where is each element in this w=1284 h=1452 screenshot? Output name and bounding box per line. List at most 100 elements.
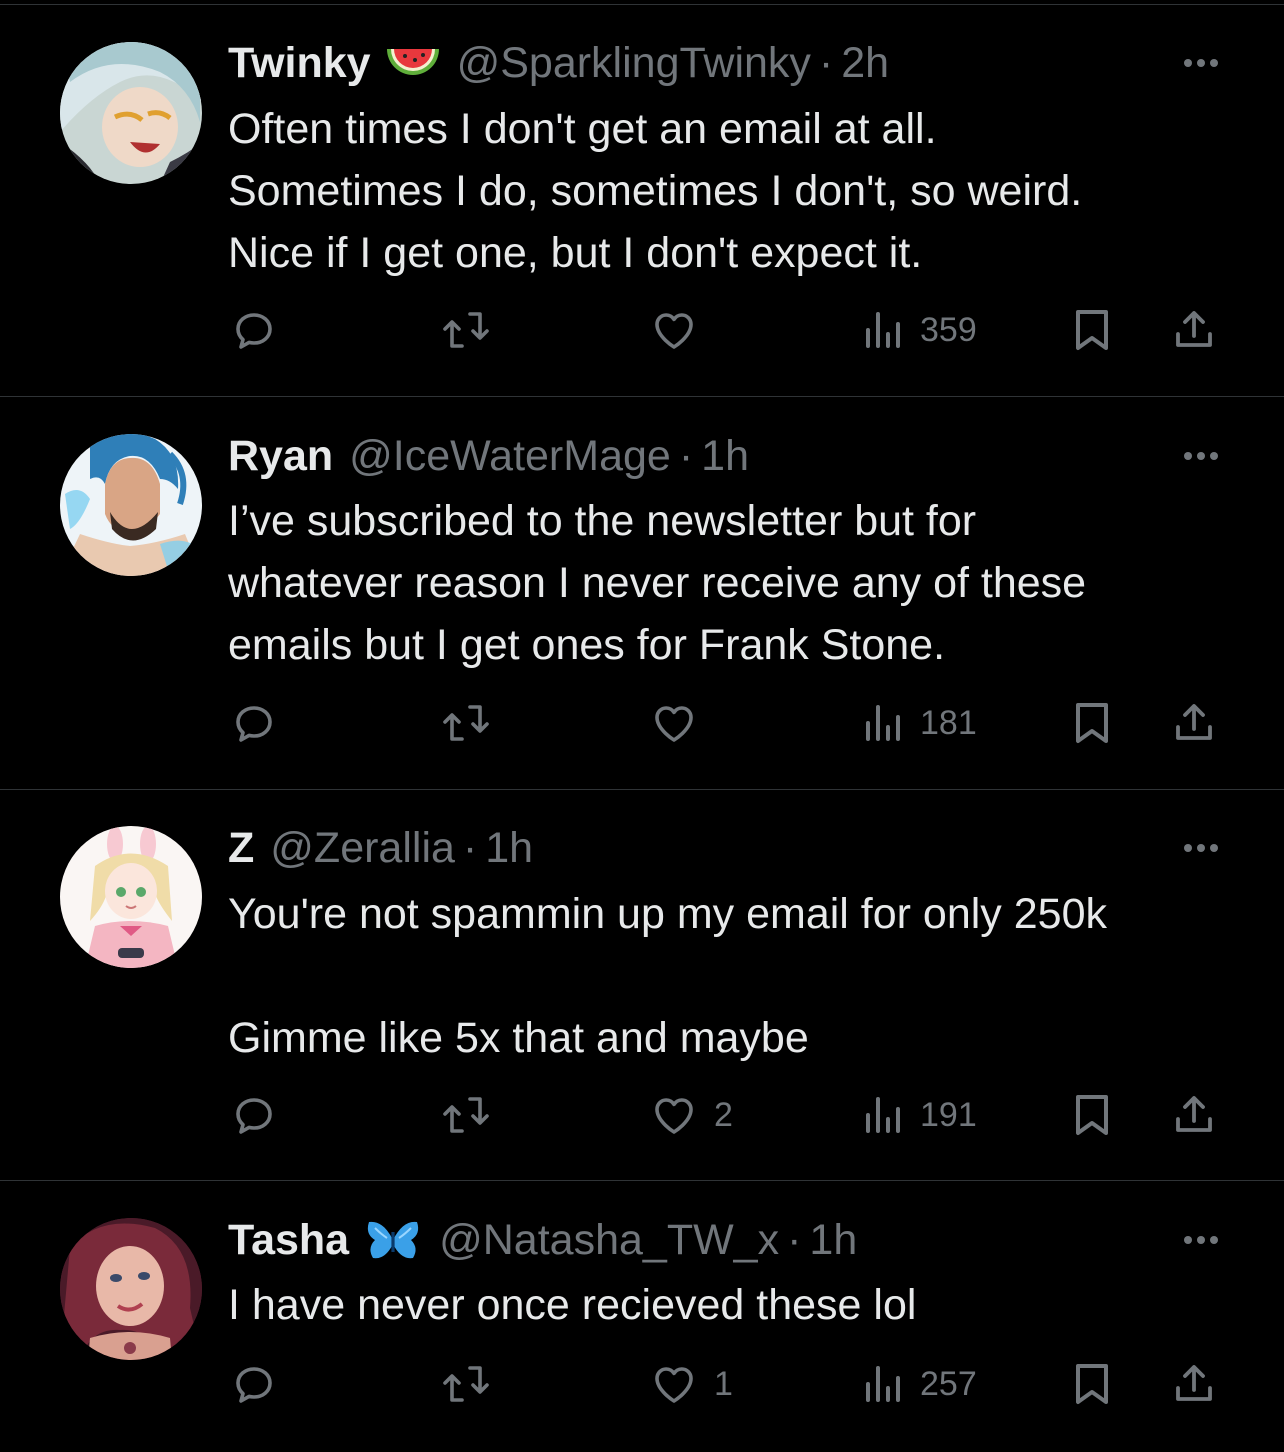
- tweet-actions: 1 257: [0, 1354, 1284, 1414]
- separator-dot: ·: [787, 1215, 802, 1264]
- views-button[interactable]: 359: [862, 300, 977, 360]
- more-icon[interactable]: [1184, 823, 1218, 873]
- avatar[interactable]: [60, 42, 202, 184]
- display-name[interactable]: Twinky: [228, 39, 371, 88]
- views-icon: [866, 705, 900, 741]
- tweet-actions: 181: [0, 693, 1284, 753]
- bookmark-icon: [1076, 703, 1108, 743]
- butterfly-emoji-icon: [363, 1216, 423, 1264]
- display-name[interactable]: Ryan: [228, 432, 333, 481]
- bookmark-button[interactable]: [1072, 300, 1112, 360]
- share-button[interactable]: [1170, 1085, 1218, 1145]
- bookmark-button[interactable]: [1072, 1354, 1112, 1414]
- avatar[interactable]: [60, 434, 202, 576]
- more-icon[interactable]: [1184, 38, 1218, 88]
- tweet[interactable]: Z @Zerallia · 1h You're not spammin up m…: [0, 790, 1284, 1180]
- tweet[interactable]: Ryan @IceWaterMage · 1h I’ve subscribed …: [0, 397, 1284, 789]
- timestamp[interactable]: 1h: [701, 432, 749, 481]
- bookmark-icon: [1076, 1364, 1108, 1404]
- avatar-image: [60, 434, 202, 576]
- heart-icon: [655, 1367, 693, 1403]
- views-icon: [866, 1097, 900, 1133]
- heart-icon: [655, 313, 693, 349]
- separator-dot: ·: [818, 38, 834, 87]
- share-icon: [1176, 1096, 1212, 1132]
- retweet-icon: [443, 1366, 489, 1402]
- more-icon[interactable]: [1184, 431, 1218, 481]
- retweet-button[interactable]: [440, 1354, 508, 1414]
- like-count: 1: [714, 1364, 733, 1403]
- tweet-text: Often times I don't get an email at all.…: [228, 105, 1083, 277]
- heart-icon: [655, 1098, 693, 1134]
- display-name[interactable]: Z: [228, 824, 254, 873]
- reply-icon: [236, 1098, 272, 1134]
- share-button[interactable]: [1170, 1354, 1218, 1414]
- views-button[interactable]: 257: [862, 1354, 977, 1414]
- reply-icon: [236, 1367, 272, 1403]
- separator-dot: ·: [678, 431, 694, 480]
- tweet-text: I have never once recieved these lol: [228, 1281, 917, 1329]
- avatar[interactable]: [60, 1218, 202, 1360]
- share-button[interactable]: [1170, 693, 1218, 753]
- user-handle[interactable]: @SparklingTwinky: [457, 39, 811, 88]
- share-icon: [1176, 704, 1212, 740]
- share-icon: [1176, 1365, 1212, 1401]
- tweet-header: Ryan @IceWaterMage · 1h: [228, 431, 749, 481]
- tweet-text: You're not spammin up my email for only …: [228, 890, 1108, 1062]
- retweet-button[interactable]: [440, 693, 508, 753]
- views-count: 257: [920, 1364, 977, 1403]
- tweet-actions: 359: [0, 300, 1284, 360]
- separator-dot: ·: [462, 823, 478, 872]
- like-count: 2: [714, 1095, 733, 1134]
- timestamp[interactable]: 1h: [809, 1216, 857, 1265]
- avatar-image: [60, 826, 202, 968]
- tweet[interactable]: Tasha @Natasha_TW_x · 1h I have never on…: [0, 1181, 1284, 1452]
- bookmark-icon: [1076, 310, 1108, 350]
- reply-icon: [236, 706, 272, 742]
- timestamp[interactable]: 1h: [485, 824, 533, 873]
- like-button[interactable]: [650, 300, 714, 360]
- bookmark-icon: [1076, 1095, 1108, 1135]
- heart-icon: [655, 706, 693, 742]
- timestamp[interactable]: 2h: [841, 39, 889, 88]
- display-name[interactable]: Tasha: [228, 1216, 349, 1265]
- views-button[interactable]: 181: [862, 693, 977, 753]
- share-icon: [1176, 311, 1212, 347]
- like-button[interactable]: 1: [650, 1354, 733, 1414]
- retweet-icon: [443, 1097, 489, 1133]
- views-count: 191: [920, 1095, 977, 1134]
- tweet[interactable]: Twinky @SparklingTwinky · 2h Often times…: [0, 0, 1284, 396]
- watermelon-emoji-icon: [385, 43, 441, 83]
- retweet-button[interactable]: [440, 1085, 508, 1145]
- tweet-actions: 2 191: [0, 1085, 1284, 1145]
- tweet-header: Tasha @Natasha_TW_x · 1h: [228, 1215, 857, 1265]
- bookmark-button[interactable]: [1072, 1085, 1112, 1145]
- views-button[interactable]: 191: [862, 1085, 977, 1145]
- avatar-image: [60, 1218, 202, 1360]
- views-icon: [866, 1366, 900, 1402]
- views-icon: [866, 312, 900, 348]
- reply-button[interactable]: [230, 1354, 294, 1414]
- views-count: 181: [920, 703, 977, 742]
- more-icon[interactable]: [1184, 1215, 1218, 1265]
- views-count: 359: [920, 310, 977, 349]
- user-handle[interactable]: @Zerallia: [270, 824, 455, 873]
- avatar[interactable]: [60, 826, 202, 968]
- reply-button[interactable]: [230, 1085, 294, 1145]
- user-handle[interactable]: @Natasha_TW_x: [439, 1216, 779, 1265]
- reply-icon: [236, 313, 272, 349]
- tweet-text: I’ve subscribed to the newsletter but fo…: [228, 497, 1087, 669]
- reply-button[interactable]: [230, 300, 294, 360]
- retweet-icon: [443, 312, 489, 348]
- bookmark-button[interactable]: [1072, 693, 1112, 753]
- share-button[interactable]: [1170, 300, 1218, 360]
- user-handle[interactable]: @IceWaterMage: [349, 432, 671, 481]
- retweet-button[interactable]: [440, 300, 508, 360]
- retweet-icon: [443, 705, 489, 741]
- reply-button[interactable]: [230, 693, 294, 753]
- tweet-header: Twinky @SparklingTwinky · 2h: [228, 38, 889, 88]
- avatar-image: [60, 42, 202, 184]
- like-button[interactable]: [650, 693, 714, 753]
- tweet-header: Z @Zerallia · 1h: [228, 823, 533, 873]
- like-button[interactable]: 2: [650, 1085, 733, 1145]
